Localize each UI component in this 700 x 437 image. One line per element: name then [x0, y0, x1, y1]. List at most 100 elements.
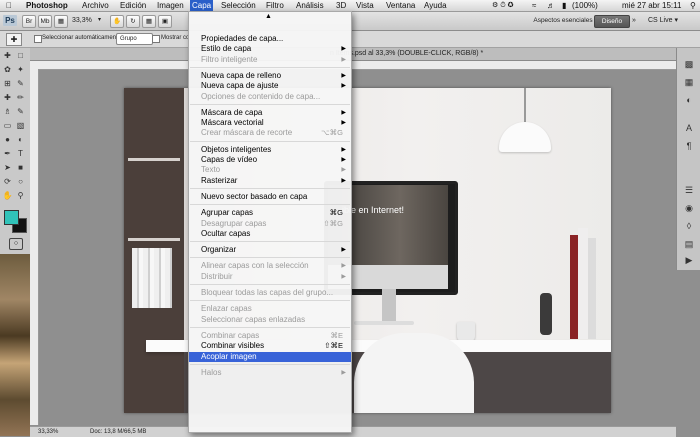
- color-panel-icon[interactable]: ▩: [683, 58, 695, 70]
- brush-tool-icon[interactable]: ✏: [15, 92, 26, 103]
- magic-wand-icon[interactable]: ✦: [15, 64, 26, 75]
- grid-icon[interactable]: ▦: [142, 15, 156, 28]
- panel-dock: ▩ ▦ ◐ A ¶ ☰ ◉ ◊ ▤ ▶: [676, 48, 700, 270]
- workspace-label[interactable]: Aspectos esenciales: [523, 15, 603, 26]
- blur-tool-icon[interactable]: ●: [2, 134, 13, 145]
- zoom-dropdown-icon[interactable]: ▾: [98, 15, 101, 26]
- extras-icon[interactable]: ▦: [54, 15, 68, 28]
- 3d-camera-icon[interactable]: ○: [15, 176, 26, 187]
- menu-separator: [190, 363, 350, 365]
- document-title: n Items.psd al 33,3% (DOUBLE-CLICK, RGB/…: [330, 50, 484, 57]
- submenu-arrow-icon: ▶: [341, 167, 346, 174]
- lasso-tool-icon[interactable]: ✿: [2, 64, 13, 75]
- rotate-view-icon[interactable]: ↻: [126, 15, 140, 28]
- character-panel-icon[interactable]: A: [683, 122, 695, 134]
- capa-menu-item[interactable]: Nuevo sector basado en capa: [189, 192, 351, 202]
- wifi-icon[interactable]: ≈: [530, 0, 538, 11]
- menu-capa[interactable]: Capa: [190, 0, 214, 11]
- capa-menu-item: Enlazar capas: [189, 304, 351, 314]
- clock[interactable]: mié 27 abr 15:11: [620, 0, 683, 11]
- menu-ventana[interactable]: Ventana: [384, 0, 417, 11]
- swatches-panel-icon[interactable]: ▦: [683, 76, 695, 88]
- show-controls-checkbox[interactable]: [152, 35, 160, 43]
- capa-menu-item[interactable]: Capas de vídeo ▶: [189, 155, 351, 165]
- capa-menu-item: Halos ▶: [189, 368, 351, 378]
- menu-vista[interactable]: Vista: [354, 0, 376, 11]
- menu-scroll-up-icon[interactable]: ▲: [265, 13, 272, 20]
- capa-menu-item[interactable]: Estilo de capa ▶: [189, 44, 351, 54]
- cs-live-button[interactable]: CS Live ▾: [648, 15, 696, 26]
- quick-mask-icon[interactable]: ○: [9, 238, 23, 250]
- dodge-tool-icon[interactable]: ◐: [15, 134, 26, 145]
- layers-panel-icon[interactable]: ☰: [683, 184, 695, 196]
- hand-tool-icon[interactable]: ✋: [110, 15, 124, 28]
- capa-menu-item[interactable]: Máscara de capa ▶: [189, 108, 351, 118]
- document-tab[interactable]: n Items.psd al 33,3% (DOUBLE-CLICK, RGB/…: [30, 48, 676, 61]
- spotlight-icon[interactable]: ⚲: [688, 0, 698, 11]
- menu-analisis[interactable]: Análisis: [294, 0, 326, 11]
- menu-ayuda[interactable]: Ayuda: [422, 0, 449, 11]
- healing-brush-icon[interactable]: ✚: [2, 92, 13, 103]
- menu-3d[interactable]: 3D: [334, 0, 348, 11]
- capa-menu-item[interactable]: Nueva capa de relleno ▶: [189, 71, 351, 81]
- move-tool-preset-icon[interactable]: ✚: [6, 33, 22, 46]
- paths-panel-icon[interactable]: ◊: [683, 220, 695, 232]
- eraser-icon[interactable]: ▭: [2, 120, 13, 131]
- menu-filtro[interactable]: Filtro: [264, 0, 286, 11]
- capa-menu-item: Distribuir ▶: [189, 272, 351, 282]
- capa-menu-item[interactable]: Propiedades de capa...: [189, 34, 351, 44]
- menu-imagen[interactable]: Imagen: [155, 0, 186, 11]
- group-select[interactable]: Grupo: [116, 33, 153, 45]
- photo-books: [132, 248, 172, 308]
- volume-icon[interactable]: ♬: [545, 0, 557, 11]
- capa-menu-item[interactable]: Nueva capa de ajuste ▶: [189, 81, 351, 91]
- battery-icon[interactable]: ▮: [560, 0, 568, 11]
- menu-archivo[interactable]: Archivo: [80, 0, 111, 11]
- path-selection-icon[interactable]: ➤: [2, 162, 13, 173]
- menu-photoshop[interactable]: Photoshop: [24, 0, 70, 11]
- type-tool-icon[interactable]: T: [15, 148, 26, 159]
- clone-stamp-icon[interactable]: ♗: [2, 106, 13, 117]
- workspace-more-icon[interactable]: »: [632, 15, 636, 26]
- hand-tool-icon-2[interactable]: ✋: [2, 190, 13, 201]
- capa-menu-item-label: Máscara de capa: [201, 107, 263, 117]
- gradient-icon[interactable]: ▧: [15, 120, 26, 131]
- actions-panel-icon[interactable]: ▶: [683, 254, 695, 266]
- cs-live-label: CS Live: [648, 17, 673, 24]
- submenu-arrow-icon: ▶: [341, 46, 346, 53]
- capa-menu-item[interactable]: Agrupar capas ⌘G: [189, 208, 351, 218]
- menu-edicion[interactable]: Edición: [118, 0, 148, 11]
- move-tool-icon[interactable]: ✚: [2, 50, 13, 61]
- shape-tool-icon[interactable]: ■: [15, 162, 26, 173]
- pen-tool-icon[interactable]: ✒: [2, 148, 13, 159]
- eyedropper-icon[interactable]: ✎: [15, 78, 26, 89]
- capa-menu-item[interactable]: Acoplar imagen: [189, 351, 351, 362]
- battery-percent: (100%): [572, 1, 598, 10]
- bridge-icon[interactable]: Br: [22, 15, 36, 28]
- capa-menu-item[interactable]: Ocultar capas: [189, 229, 351, 239]
- crop-tool-icon[interactable]: ⊞: [2, 78, 13, 89]
- minibridge-icon[interactable]: Mb: [38, 15, 52, 28]
- capa-menu-item: Filtro inteligente ▶: [189, 55, 351, 65]
- channels-panel-icon[interactable]: ◉: [683, 202, 695, 214]
- 3d-rotate-icon[interactable]: ⟳: [2, 176, 13, 187]
- history-panel-icon[interactable]: ▤: [683, 238, 695, 250]
- capa-menu-item[interactable]: Rasterizar ▶: [189, 176, 351, 186]
- marquee-tool-icon[interactable]: □: [15, 50, 26, 61]
- design-button[interactable]: Diseño: [594, 15, 630, 28]
- paragraph-panel-icon[interactable]: ¶: [683, 140, 695, 152]
- auto-select-checkbox[interactable]: [34, 35, 42, 43]
- menu-seleccion[interactable]: Selección: [219, 0, 258, 11]
- menu-separator: [190, 140, 350, 142]
- capa-menu-item[interactable]: Objetos inteligentes ▶: [189, 145, 351, 155]
- zoom-level[interactable]: 33,3%: [72, 15, 92, 26]
- apple-menu-icon[interactable]: : [4, 0, 14, 11]
- capa-menu-item[interactable]: Organizar ▶: [189, 245, 351, 255]
- adjustments-panel-icon[interactable]: ◐: [683, 94, 695, 106]
- screen-mode-icon[interactable]: ▣: [158, 15, 172, 28]
- capa-menu-item-label: Bloquear todas las capas del grupo...: [201, 288, 334, 297]
- history-brush-icon[interactable]: ✎: [15, 106, 26, 117]
- capa-menu-item[interactable]: Combinar visibles ⇧⌘E: [189, 341, 351, 351]
- capa-menu-item[interactable]: Máscara vectorial ▶: [189, 118, 351, 128]
- zoom-tool-icon[interactable]: ⚲: [15, 190, 26, 201]
